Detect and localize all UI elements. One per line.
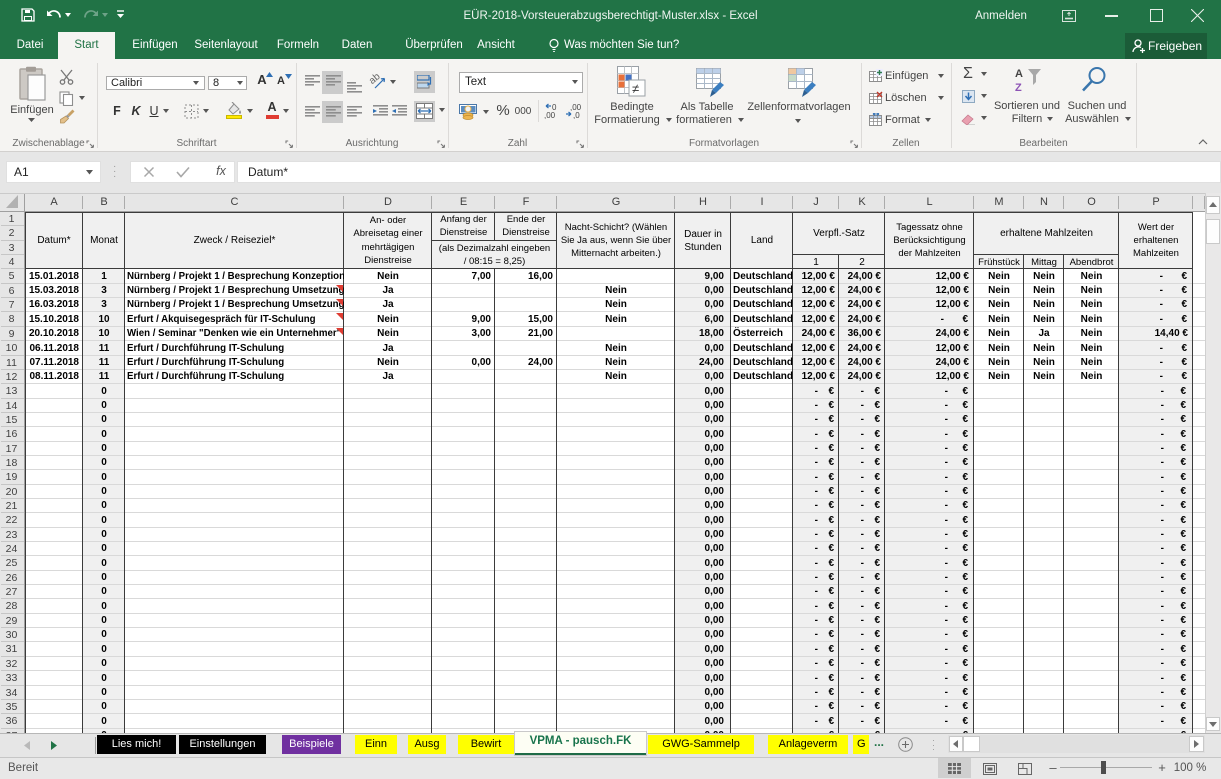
svg-text:A: A xyxy=(1015,68,1023,80)
svg-text:ab: ab xyxy=(369,72,383,87)
svg-text:Z: Z xyxy=(1015,82,1022,93)
svg-text:,00: ,00 xyxy=(544,111,556,119)
svg-text:≠: ≠ xyxy=(632,81,639,96)
